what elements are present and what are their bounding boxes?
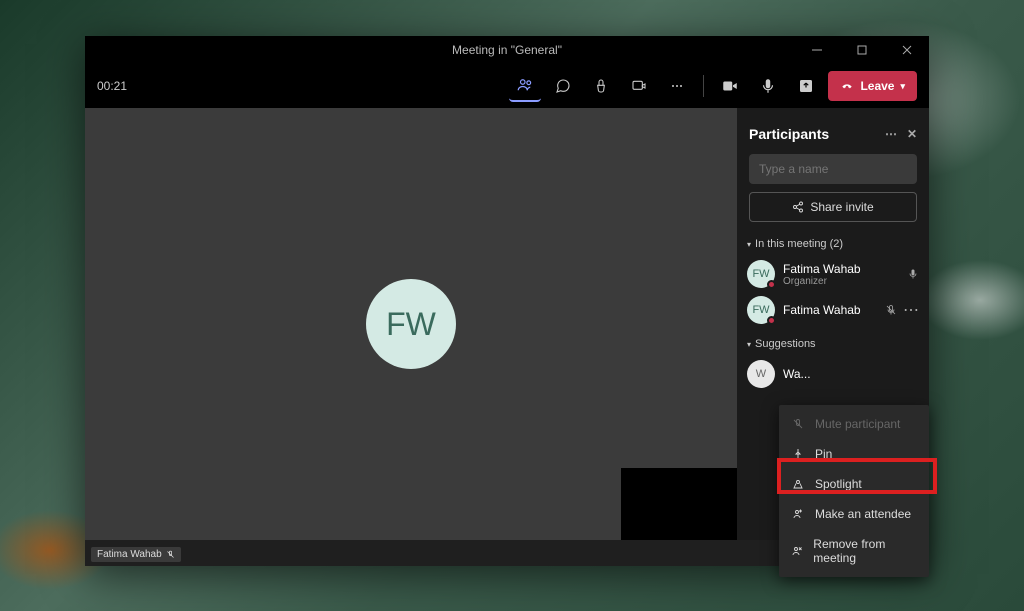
suggestions-section-label: Suggestions [755,338,816,350]
reactions-toolbar-button[interactable] [585,70,617,102]
participant-name: Fatima Wahab [783,303,877,317]
meeting-timer: 00:21 [97,79,127,93]
ctx-make-attendee[interactable]: Make an attendee [779,499,929,529]
suggestion-row[interactable]: W Wa... [741,356,925,392]
ctx-pin[interactable]: Pin [779,439,929,469]
participant-avatar-initials: FW [752,304,769,316]
window-title: Meeting in "General" [452,43,562,57]
chevron-down-icon: ▾ [900,81,905,92]
leave-button[interactable]: Leave ▾ [828,71,917,101]
minimize-button[interactable] [794,36,839,64]
in-meeting-section-header[interactable]: ▾ In this meeting (2) [741,234,925,256]
share-button[interactable] [790,70,822,102]
hangup-icon [840,79,854,93]
self-view-thumbnail[interactable] [621,468,737,540]
caret-down-icon: ▾ [747,240,751,249]
pin-icon [791,448,805,460]
participant-avatar: FW [747,260,775,288]
participant-actions: ⋯ [885,300,919,320]
mic-button[interactable] [752,70,784,102]
attendee-icon [791,508,805,520]
participants-toolbar-button[interactable] [509,70,541,102]
toolbar-separator [703,75,704,97]
presence-dot [767,316,776,325]
share-invite-button[interactable]: Share invite [749,192,917,222]
panel-header: Participants ⋯ ✕ [741,116,925,154]
participant-avatar: FW [747,296,775,324]
caret-down-icon: ▾ [747,340,751,349]
ctx-item-label: Remove from meeting [813,537,917,565]
mic-muted-icon[interactable] [885,304,897,316]
spotlight-icon [791,478,805,490]
participant-context-menu: Mute participant Pin Spotlight [779,405,929,577]
rooms-toolbar-button[interactable] [623,70,655,102]
participant-info: Fatima Wahab [783,303,877,317]
ctx-remove[interactable]: Remove from meeting [779,529,929,573]
panel-title: Participants [749,126,829,142]
participant-name: Fatima Wahab [783,262,899,276]
more-toolbar-button[interactable] [661,70,693,102]
participant-actions [907,268,919,280]
titlebar: Meeting in "General" [85,36,929,64]
participant-row[interactable]: FW Fatima Wahab Organizer [741,256,925,292]
suggestion-info: Wa... [783,367,919,381]
ctx-item-label: Mute participant [815,417,900,431]
camera-button[interactable] [714,70,746,102]
avatar-initials: W [756,368,766,380]
ctx-mute-participant: Mute participant [779,409,929,439]
maximize-button[interactable] [839,36,884,64]
chat-toolbar-button[interactable] [547,70,579,102]
suggestions-section-header[interactable]: ▾ Suggestions [741,334,925,356]
mic-icon [907,268,919,280]
presence-dot [767,280,776,289]
self-caption: Fatima Wahab [91,547,181,562]
participant-info: Fatima Wahab Organizer [783,262,899,287]
window-controls [794,36,929,64]
mic-muted-icon [791,418,805,430]
ctx-spotlight[interactable]: Spotlight [779,469,929,499]
search-input[interactable] [749,154,917,184]
suggestion-name: Wa... [783,367,919,381]
suggestion-avatar: W [747,360,775,388]
participant-role: Organizer [783,276,899,287]
meeting-body: FW Participants ⋯ ✕ Share invite [85,108,929,540]
close-button[interactable] [884,36,929,64]
participant-row[interactable]: FW Fatima Wahab ⋯ [741,292,925,328]
video-stage: FW [85,108,737,540]
mic-muted-icon [166,550,175,559]
panel-more-button[interactable]: ⋯ [885,127,897,141]
ctx-item-label: Make an attendee [815,507,911,521]
meeting-window: Meeting in "General" 00:21 [85,36,929,566]
toolbar: 00:21 Leave ▾ [85,64,929,108]
participant-more-button[interactable]: ⋯ [903,300,919,320]
avatar-initials: FW [386,306,436,343]
in-meeting-section-label: In this meeting (2) [755,238,843,250]
leave-button-label: Leave [860,79,894,93]
share-icon [792,201,804,213]
participant-avatar-initials: FW [752,268,769,280]
panel-close-button[interactable]: ✕ [907,127,917,141]
self-caption-name: Fatima Wahab [97,549,162,560]
ctx-item-label: Spotlight [815,477,862,491]
participant-avatar-large: FW [366,279,456,369]
remove-icon [791,545,803,557]
ctx-item-label: Pin [815,447,832,461]
share-invite-label: Share invite [810,200,873,214]
